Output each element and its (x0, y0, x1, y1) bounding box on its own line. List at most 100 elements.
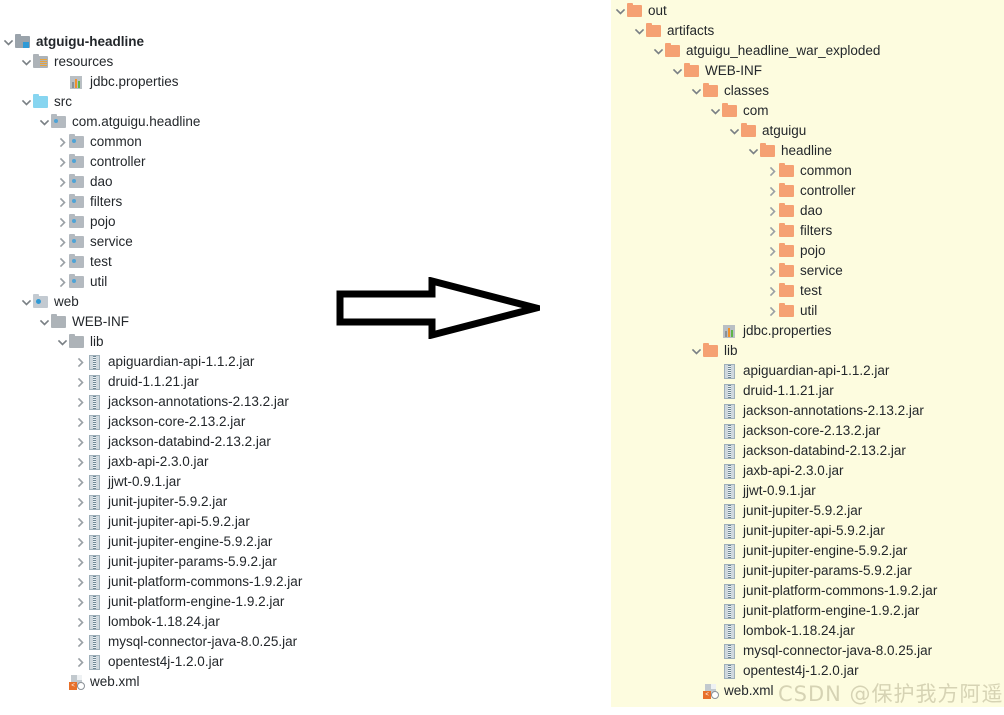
tree-row[interactable]: jjwt-0.9.1.jar (614, 481, 1004, 501)
tree-row[interactable]: jjwt-0.9.1.jar (0, 472, 611, 492)
tree-row[interactable]: junit-jupiter-5.9.2.jar (614, 501, 1004, 521)
chevron-right-icon[interactable] (766, 301, 779, 321)
tree-row[interactable]: classes (614, 81, 1004, 101)
chevron-right-icon[interactable] (74, 632, 87, 652)
chevron-down-icon[interactable] (2, 32, 15, 52)
tree-row[interactable]: junit-jupiter-params-5.9.2.jar (614, 561, 1004, 581)
tree-row[interactable]: test (0, 252, 611, 272)
chevron-right-icon[interactable] (766, 201, 779, 221)
tree-row[interactable]: pojo (614, 241, 1004, 261)
tree-row[interactable]: filters (614, 221, 1004, 241)
tree-row[interactable]: common (0, 132, 611, 152)
chevron-down-icon[interactable] (20, 52, 33, 72)
chevron-right-icon[interactable] (74, 572, 87, 592)
tree-row[interactable]: jackson-annotations-2.13.2.jar (0, 392, 611, 412)
tree-row[interactable]: jackson-annotations-2.13.2.jar (614, 401, 1004, 421)
chevron-right-icon[interactable] (74, 452, 87, 472)
chevron-right-icon[interactable] (74, 432, 87, 452)
tree-row[interactable]: test (614, 281, 1004, 301)
tree-row[interactable]: junit-jupiter-engine-5.9.2.jar (614, 541, 1004, 561)
tree-row[interactable]: out (614, 1, 1004, 21)
chevron-right-icon[interactable] (74, 592, 87, 612)
tree-row[interactable]: com (614, 101, 1004, 121)
chevron-right-icon[interactable] (74, 472, 87, 492)
tree-row[interactable]: dao (614, 201, 1004, 221)
tree-row[interactable]: junit-jupiter-5.9.2.jar (0, 492, 611, 512)
chevron-down-icon[interactable] (20, 92, 33, 112)
chevron-right-icon[interactable] (74, 412, 87, 432)
artifact-output-tree[interactable]: out artifacts atguigu_headline_war_explode… (611, 1, 1004, 701)
chevron-down-icon[interactable] (671, 61, 684, 81)
tree-row[interactable]: apiguardian-api-1.1.2.jar (614, 361, 1004, 381)
tree-row[interactable]: service (614, 261, 1004, 281)
chevron-right-icon[interactable] (766, 181, 779, 201)
tree-row[interactable]: jackson-core-2.13.2.jar (614, 421, 1004, 441)
tree-row[interactable]: headline (614, 141, 1004, 161)
chevron-down-icon[interactable] (709, 101, 722, 121)
tree-row[interactable]: controller (614, 181, 1004, 201)
chevron-right-icon[interactable] (766, 221, 779, 241)
chevron-right-icon[interactable] (74, 492, 87, 512)
tree-row[interactable]: junit-jupiter-engine-5.9.2.jar (0, 532, 611, 552)
tree-row[interactable]: pojo (0, 212, 611, 232)
chevron-down-icon[interactable] (38, 312, 51, 332)
tree-row[interactable]: junit-platform-engine-1.9.2.jar (614, 601, 1004, 621)
tree-row[interactable]: apiguardian-api-1.1.2.jar (0, 352, 611, 372)
chevron-right-icon[interactable] (74, 372, 87, 392)
tree-row[interactable]: lombok-1.18.24.jar (0, 612, 611, 632)
chevron-down-icon[interactable] (633, 21, 646, 41)
chevron-right-icon[interactable] (74, 512, 87, 532)
chevron-right-icon[interactable] (56, 212, 69, 232)
chevron-right-icon[interactable] (56, 172, 69, 192)
tree-row[interactable]: mysql-connector-java-8.0.25.jar (614, 641, 1004, 661)
chevron-right-icon[interactable] (74, 552, 87, 572)
tree-row[interactable]: artifacts (614, 21, 1004, 41)
tree-row[interactable]: atguigu (614, 121, 1004, 141)
chevron-right-icon[interactable] (766, 261, 779, 281)
tree-row[interactable]: druid-1.1.21.jar (614, 381, 1004, 401)
chevron-down-icon[interactable] (56, 332, 69, 352)
tree-row[interactable]: junit-jupiter-api-5.9.2.jar (614, 521, 1004, 541)
tree-row[interactable]: atguigu-headline (0, 32, 611, 52)
tree-row[interactable]: atguigu_headline_war_exploded (614, 41, 1004, 61)
chevron-down-icon[interactable] (652, 41, 665, 61)
tree-row[interactable]: druid-1.1.21.jar (0, 372, 611, 392)
chevron-right-icon[interactable] (766, 161, 779, 181)
chevron-right-icon[interactable] (74, 612, 87, 632)
chevron-down-icon[interactable] (20, 292, 33, 312)
chevron-down-icon[interactable] (690, 81, 703, 101)
chevron-right-icon[interactable] (766, 281, 779, 301)
chevron-down-icon[interactable] (38, 112, 51, 132)
tree-row[interactable]: jdbc.properties (614, 321, 1004, 341)
tree-row[interactable]: jaxb-api-2.3.0.jar (0, 452, 611, 472)
tree-row[interactable]: junit-platform-commons-1.9.2.jar (614, 581, 1004, 601)
chevron-right-icon[interactable] (56, 192, 69, 212)
tree-row[interactable]: < web.xml (0, 672, 611, 692)
chevron-right-icon[interactable] (74, 652, 87, 672)
tree-row[interactable]: jdbc.properties (0, 72, 611, 92)
tree-row[interactable]: jackson-databind-2.13.2.jar (0, 432, 611, 452)
tree-row[interactable]: jaxb-api-2.3.0.jar (614, 461, 1004, 481)
chevron-right-icon[interactable] (56, 132, 69, 152)
tree-row[interactable]: common (614, 161, 1004, 181)
tree-row[interactable]: dao (0, 172, 611, 192)
chevron-right-icon[interactable] (56, 272, 69, 292)
chevron-right-icon[interactable] (56, 252, 69, 272)
chevron-down-icon[interactable] (747, 141, 760, 161)
chevron-right-icon[interactable] (766, 241, 779, 261)
chevron-down-icon[interactable] (728, 121, 741, 141)
chevron-right-icon[interactable] (74, 532, 87, 552)
tree-row[interactable]: lombok-1.18.24.jar (614, 621, 1004, 641)
tree-row[interactable]: junit-platform-commons-1.9.2.jar (0, 572, 611, 592)
tree-row[interactable]: lib (614, 341, 1004, 361)
chevron-right-icon[interactable] (74, 392, 87, 412)
tree-row[interactable]: WEB-INF (614, 61, 1004, 81)
chevron-right-icon[interactable] (74, 352, 87, 372)
tree-row[interactable]: util (614, 301, 1004, 321)
tree-row[interactable]: jackson-databind-2.13.2.jar (614, 441, 1004, 461)
tree-row[interactable]: junit-jupiter-params-5.9.2.jar (0, 552, 611, 572)
tree-row[interactable]: junit-platform-engine-1.9.2.jar (0, 592, 611, 612)
chevron-down-icon[interactable] (614, 1, 627, 21)
tree-row[interactable]: mysql-connector-java-8.0.25.jar (0, 632, 611, 652)
tree-row[interactable]: opentest4j-1.2.0.jar (0, 652, 611, 672)
